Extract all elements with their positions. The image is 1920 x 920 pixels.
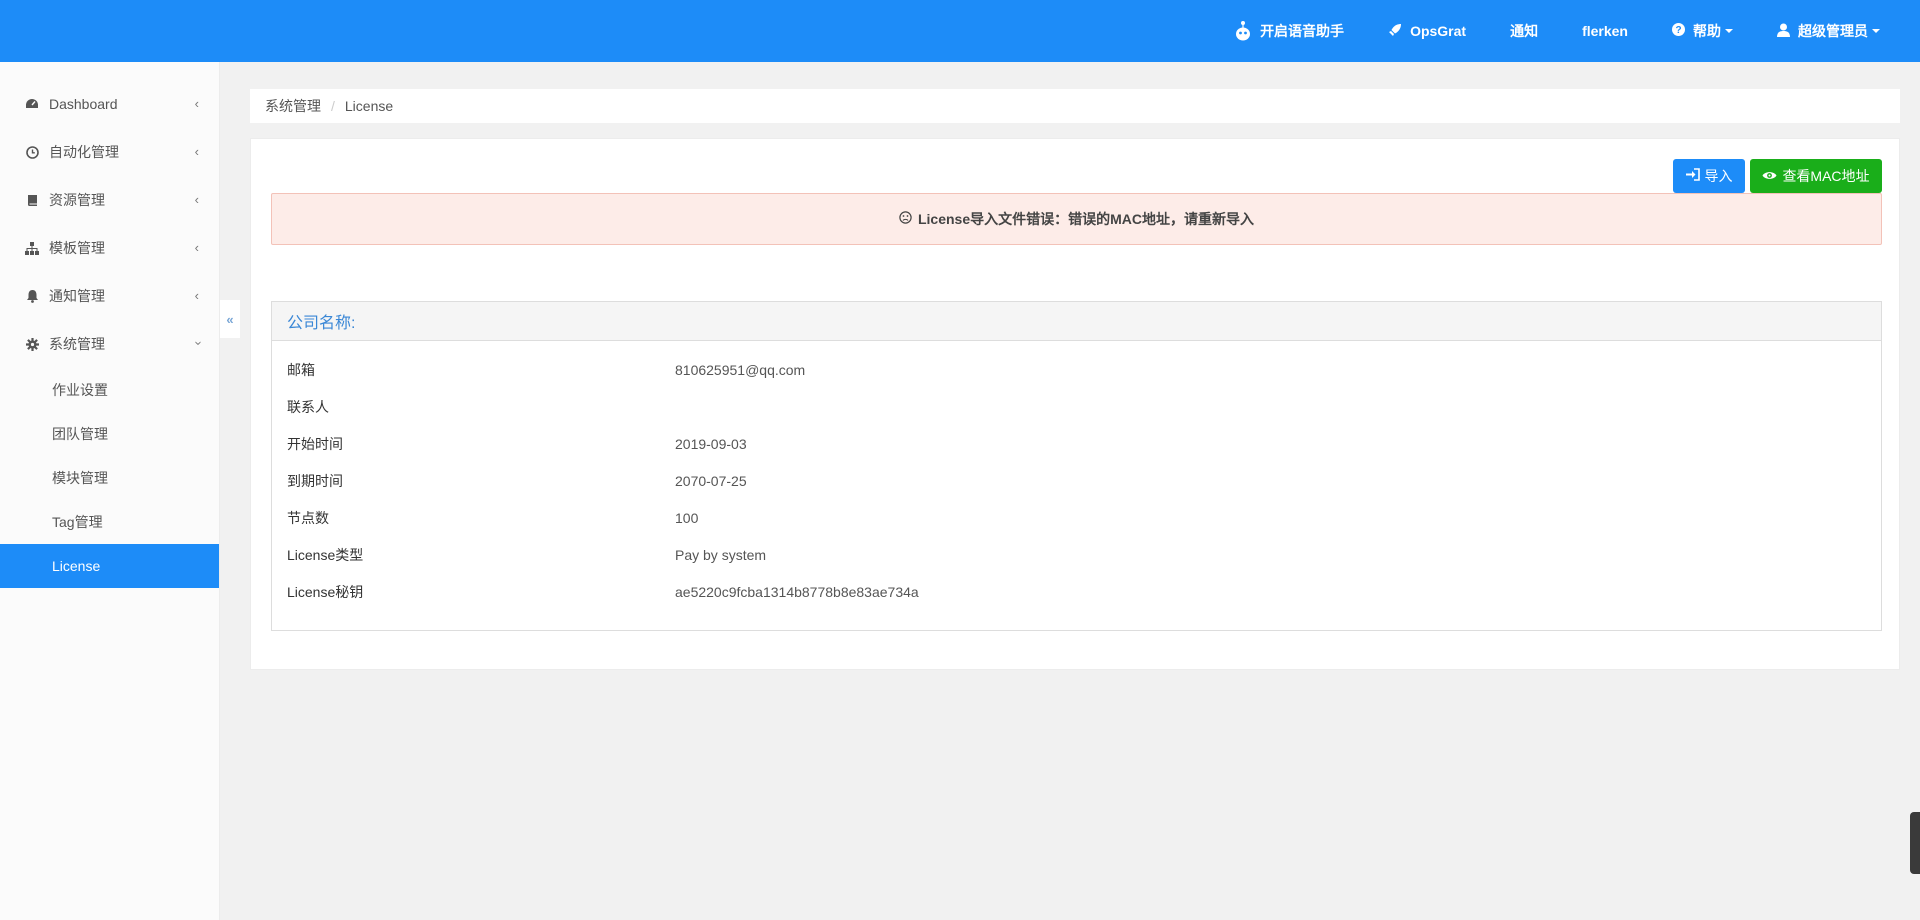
info-value: ae5220c9fcba1314b8778b8e83ae734a [675, 583, 919, 600]
notify-link[interactable]: 通知 [1510, 21, 1538, 41]
license-panel: 导入 查看MAC地址 License导入文件错误：错误的MAC地址，请重新导入 … [250, 138, 1900, 670]
info-key: License类型 [287, 546, 364, 563]
user-icon [1777, 23, 1790, 40]
chevron-left-icon: ‹ [194, 95, 199, 111]
breadcrumb-current: License [344, 98, 394, 114]
info-row-email: 邮箱 810625951@qq.com [272, 351, 1881, 388]
chevron-left-icon: ‹ [194, 287, 199, 303]
sitemap-icon [24, 241, 40, 255]
breadcrumb: 系统管理 / License [250, 89, 1900, 123]
notify-label: 通知 [1510, 23, 1539, 39]
flerken-link[interactable]: flerken [1582, 23, 1628, 39]
sidebar-item-label: 通知管理 [49, 288, 105, 304]
sidebar-subitem-label: Tag管理 [52, 514, 103, 530]
info-key: 联系人 [287, 398, 329, 415]
sidebar-subitem-job-settings[interactable]: 作业设置 [0, 368, 219, 412]
view-mac-button[interactable]: 查看MAC地址 [1750, 159, 1882, 193]
breadcrumb-separator: / [331, 98, 335, 114]
admin-dropdown[interactable]: 超级管理员 [1777, 21, 1880, 41]
rocket-icon [1388, 23, 1402, 40]
info-key: 邮箱 [287, 361, 315, 378]
info-key: License秘钥 [287, 583, 364, 600]
chevron-down-icon [1872, 29, 1880, 33]
info-value: 2070-07-25 [675, 472, 747, 489]
sidebar: Dashboard ‹ 自动化管理 ‹ 资源管理 ‹ 模板管理 ‹ 通知管理 ‹… [0, 62, 220, 920]
sidebar-item-label: Dashboard [49, 96, 118, 112]
info-row-license-key: License秘钥 ae5220c9fcba1314b8778b8e83ae73… [272, 573, 1881, 610]
info-row-license-type: License类型 Pay by system [272, 536, 1881, 573]
info-value: Pay by system [675, 546, 767, 563]
sidebar-item-automation[interactable]: 自动化管理 ‹ [0, 128, 219, 176]
bell-icon [24, 289, 40, 303]
side-widget-handle[interactable] [1910, 812, 1920, 874]
chevron-left-icon: ‹ [194, 239, 199, 255]
license-info-list: 邮箱 810625951@qq.com 联系人 开始时间 2019-09-03 … [272, 341, 1881, 610]
admin-label: 超级管理员 [1798, 23, 1868, 39]
breadcrumb-parent[interactable]: 系统管理 [265, 96, 321, 116]
info-value: 810625951@qq.com [675, 361, 806, 378]
chevron-down-icon: ‹ [189, 341, 205, 346]
top-nav: 开启语音助手 OpsGrat 通知 flerken ? 帮助 超级管理员 [1190, 0, 1880, 62]
sidebar-subitem-label: 作业设置 [52, 382, 108, 398]
info-value: 100 [675, 509, 699, 526]
sidebar-subitem-label: 团队管理 [52, 426, 108, 442]
sidebar-subitem-tags[interactable]: Tag管理 [0, 500, 219, 544]
license-info-card: 公司名称: 邮箱 810625951@qq.com 联系人 开始时间 2019-… [271, 301, 1882, 631]
company-name-label: 公司名称: [287, 315, 356, 332]
sidebar-item-label: 系统管理 [49, 336, 105, 352]
help-dropdown[interactable]: ? 帮助 [1672, 21, 1733, 41]
import-button[interactable]: 导入 [1673, 159, 1745, 193]
sidebar-item-dashboard[interactable]: Dashboard ‹ [0, 80, 219, 128]
info-key: 到期时间 [287, 472, 343, 489]
voice-assistant-label: 开启语音助手 [1260, 23, 1345, 39]
chevron-down-icon [1725, 29, 1733, 33]
sidebar-item-label: 自动化管理 [49, 144, 119, 160]
book-icon [24, 194, 40, 207]
info-value: 2019-09-03 [675, 435, 747, 452]
sidebar-subitem-label: 模块管理 [52, 470, 108, 486]
info-key: 节点数 [287, 509, 329, 526]
sign-in-icon [1685, 168, 1700, 184]
flerken-label: flerken [1582, 23, 1628, 39]
sidebar-subitem-modules[interactable]: 模块管理 [0, 456, 219, 500]
robot-icon [1234, 19, 1252, 44]
view-mac-label: 查看MAC地址 [1782, 168, 1870, 184]
voice-assistant-button[interactable]: 开启语音助手 [1234, 19, 1344, 44]
chevron-left-icon: ‹ [194, 191, 199, 207]
sidebar-item-label: 模板管理 [49, 240, 105, 256]
gear-icon [24, 337, 40, 351]
sidebar-collapse-button[interactable]: « [220, 300, 240, 338]
double-chevron-left-icon: « [226, 311, 234, 327]
error-alert: License导入文件错误：错误的MAC地址，请重新导入 [271, 193, 1882, 245]
info-row-expiry-date: 到期时间 2070-07-25 [272, 462, 1881, 499]
info-key: 开始时间 [287, 435, 343, 452]
sidebar-item-notifications[interactable]: 通知管理 ‹ [0, 272, 219, 320]
sidebar-subitem-team[interactable]: 团队管理 [0, 412, 219, 456]
svg-text:?: ? [1675, 25, 1681, 36]
error-message: License导入文件错误：错误的MAC地址，请重新导入 [917, 211, 1255, 227]
question-circle-icon: ? [1672, 23, 1685, 39]
eye-icon [1762, 169, 1777, 184]
sidebar-item-resources[interactable]: 资源管理 ‹ [0, 176, 219, 224]
info-row-node-count: 节点数 100 [272, 499, 1881, 536]
sidebar-item-system[interactable]: 系统管理 ‹ [0, 320, 219, 368]
import-label: 导入 [1704, 168, 1733, 184]
company-name-heading: 公司名称: [272, 302, 1881, 341]
sidebar-item-label: 资源管理 [49, 192, 105, 208]
dashboard-icon [24, 98, 40, 110]
clock-icon [24, 145, 40, 159]
opsgrat-link[interactable]: OpsGrat [1388, 23, 1466, 40]
top-navbar: 开启语音助手 OpsGrat 通知 flerken ? 帮助 超级管理员 [0, 0, 1920, 62]
sidebar-subitem-license[interactable]: License [0, 544, 219, 588]
help-label: 帮助 [1693, 23, 1721, 39]
frown-icon [899, 211, 912, 227]
chevron-left-icon: ‹ [194, 143, 199, 159]
info-row-contact: 联系人 [272, 388, 1881, 425]
sidebar-item-templates[interactable]: 模板管理 ‹ [0, 224, 219, 272]
info-row-start-date: 开始时间 2019-09-03 [272, 425, 1881, 462]
sidebar-subitem-label: License [52, 558, 101, 574]
opsgrat-label: OpsGrat [1410, 23, 1467, 39]
